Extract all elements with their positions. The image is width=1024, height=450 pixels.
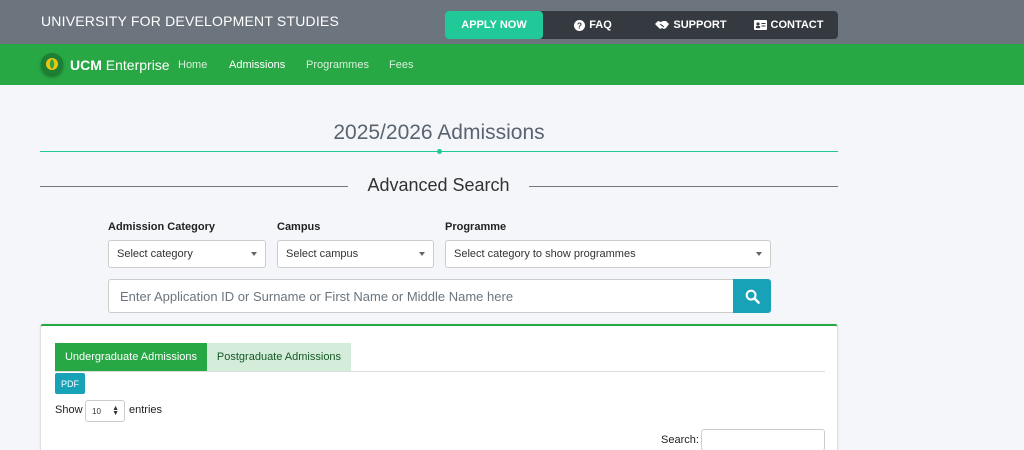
programme-select[interactable]: Select category to show programmes xyxy=(445,240,771,268)
programme-label: Programme xyxy=(445,221,507,233)
contact-label: CONTACT xyxy=(770,19,824,31)
admissions-results-card: Undergraduate Admissions Postgraduate Ad… xyxy=(40,324,838,450)
brand-name-rest: Enterprise xyxy=(101,57,170,73)
contact-link[interactable]: CONTACT xyxy=(739,11,838,39)
chevron-down-icon xyxy=(419,252,425,256)
faq-label: FAQ xyxy=(589,19,612,31)
show-label: Show xyxy=(55,404,83,416)
table-search-input[interactable] xyxy=(701,429,825,450)
entries-label: entries xyxy=(129,404,163,416)
nav-home[interactable]: Home xyxy=(178,59,207,71)
entries-length-value: 10 xyxy=(92,406,101,416)
search-icon xyxy=(745,289,760,304)
tab-undergraduate-admissions[interactable]: Undergraduate Admissions xyxy=(55,343,207,371)
nav-admissions[interactable]: Admissions xyxy=(229,59,285,71)
advanced-search-divider-right xyxy=(529,186,838,187)
table-search-label: Search: xyxy=(661,434,699,446)
apply-now-label: APPLY NOW xyxy=(461,19,527,31)
campus-select[interactable]: Select campus xyxy=(277,240,434,268)
sort-updown-icon: ▲ ▼ xyxy=(112,405,119,417)
university-title: UNIVERSITY FOR DEVELOPMENT STUDIES xyxy=(41,13,340,29)
brand-name-bold: UCM xyxy=(70,57,102,73)
tab-divider xyxy=(55,371,825,372)
applicant-search-input[interactable] xyxy=(108,279,733,313)
pdf-export-button[interactable]: PDF xyxy=(55,373,85,394)
admission-category-value: Select category xyxy=(117,248,193,260)
chevron-down-icon xyxy=(756,252,762,256)
campus-label: Campus xyxy=(277,221,321,233)
page-title: 2025/2026 Admissions xyxy=(333,121,545,144)
svg-text:?: ? xyxy=(577,21,582,30)
tab-postgraduate-admissions[interactable]: Postgraduate Admissions xyxy=(207,343,351,371)
search-button[interactable] xyxy=(733,279,771,313)
address-card-icon xyxy=(753,20,767,30)
entries-length-select[interactable]: 10 ▲ ▼ xyxy=(85,400,125,422)
support-label: SUPPORT xyxy=(673,19,727,31)
nav-programmes[interactable]: Programmes xyxy=(306,59,369,71)
nav-fees[interactable]: Fees xyxy=(389,59,413,71)
campus-value: Select campus xyxy=(286,248,359,260)
top-menu: APPLY NOW ? FAQ SUPPORT CONTACT xyxy=(445,11,838,39)
main-navbar: UCM Enterprise Home Admissions Programme… xyxy=(0,44,1024,85)
apply-now-button[interactable]: APPLY NOW xyxy=(445,11,543,39)
admission-category-label: Admission Category xyxy=(108,221,215,233)
support-link[interactable]: SUPPORT xyxy=(643,11,739,39)
faq-link[interactable]: ? FAQ xyxy=(543,11,643,39)
admission-category-select[interactable]: Select category xyxy=(108,240,266,268)
brand-name[interactable]: UCM Enterprise xyxy=(70,57,170,73)
question-circle-icon: ? xyxy=(574,19,586,31)
top-bar: UNIVERSITY FOR DEVELOPMENT STUDIES APPLY… xyxy=(0,0,1024,44)
programme-value: Select category to show programmes xyxy=(454,248,636,260)
advanced-search-title: Advanced Search xyxy=(367,175,510,195)
heading-divider-dot xyxy=(437,149,442,154)
brand-logo-icon[interactable] xyxy=(41,53,63,75)
chevron-down-icon xyxy=(251,252,257,256)
advanced-search-divider-left xyxy=(40,186,348,187)
handshake-icon xyxy=(655,20,670,30)
